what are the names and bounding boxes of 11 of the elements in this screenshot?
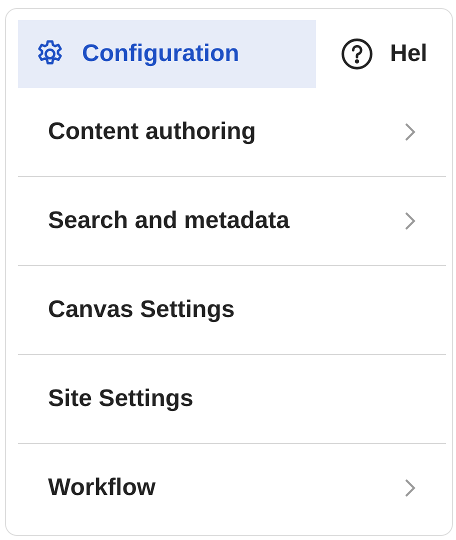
chevron-right-icon xyxy=(404,211,416,231)
chevron-right-icon xyxy=(404,478,416,498)
menu-item[interactable]: Site Settings xyxy=(18,355,446,443)
chevron-right-icon xyxy=(404,122,416,142)
help-icon xyxy=(340,37,374,71)
menu-item[interactable]: Content authoring xyxy=(18,88,446,176)
tab[interactable]: Hel xyxy=(316,20,444,88)
menu-item[interactable]: Workflow xyxy=(18,444,446,532)
menu-item[interactable]: Search and metadata xyxy=(18,177,446,265)
tab[interactable]: Configuration xyxy=(18,20,316,88)
menu-item[interactable]: Canvas Settings xyxy=(18,266,446,354)
